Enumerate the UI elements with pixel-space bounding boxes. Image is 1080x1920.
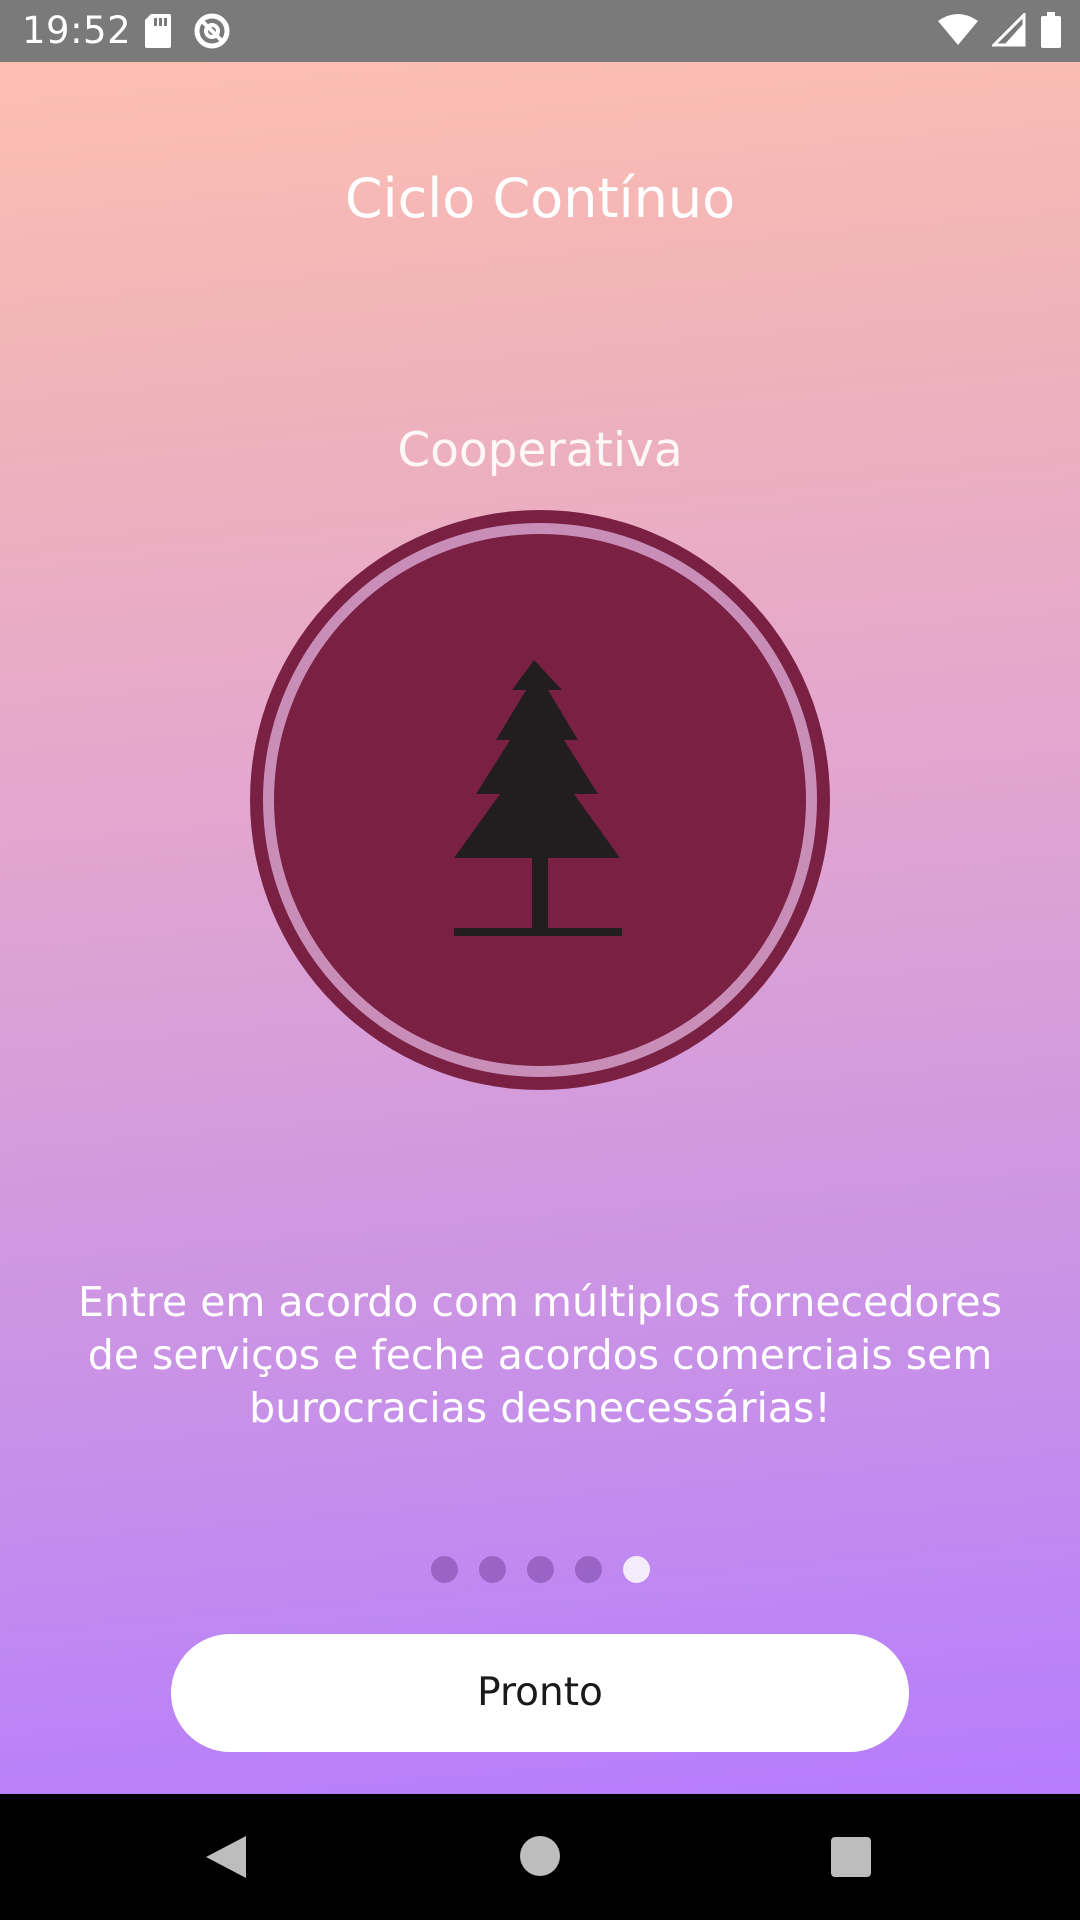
data-saver-icon — [194, 13, 230, 49]
slide-title: Cooperativa — [397, 423, 683, 478]
navigation-bar — [0, 1794, 1080, 1920]
done-button[interactable]: Pronto — [171, 1634, 909, 1752]
page-indicator — [0, 1556, 1080, 1583]
status-time: 19:52 — [22, 9, 132, 52]
app-title: Ciclo Contínuo — [344, 167, 736, 230]
page-dot[interactable] — [430, 1556, 458, 1583]
status-bar: 19:52 — [0, 0, 1080, 62]
battery-icon — [1041, 12, 1061, 48]
wifi-icon — [938, 14, 978, 45]
slide-emblem — [250, 510, 830, 1090]
cell-signal-icon — [992, 13, 1026, 47]
tree-icon — [454, 660, 622, 936]
page-dot-active[interactable] — [622, 1556, 650, 1583]
status-right-icons — [938, 12, 1062, 48]
slide-description: Entre em acordo com múltiplos fornecedor… — [78, 1278, 1002, 1432]
home-icon[interactable] — [520, 1836, 560, 1876]
status-left-icons — [145, 12, 231, 50]
recents-icon[interactable] — [831, 1837, 871, 1877]
page-dot[interactable] — [526, 1556, 554, 1583]
back-icon[interactable] — [204, 1834, 248, 1880]
page-dot[interactable] — [478, 1556, 506, 1583]
page-dot[interactable] — [574, 1556, 602, 1583]
onboarding-screen: Ciclo Contínuo Cooperativa Entre em acor… — [0, 62, 1080, 1794]
sd-card-icon — [145, 14, 171, 48]
